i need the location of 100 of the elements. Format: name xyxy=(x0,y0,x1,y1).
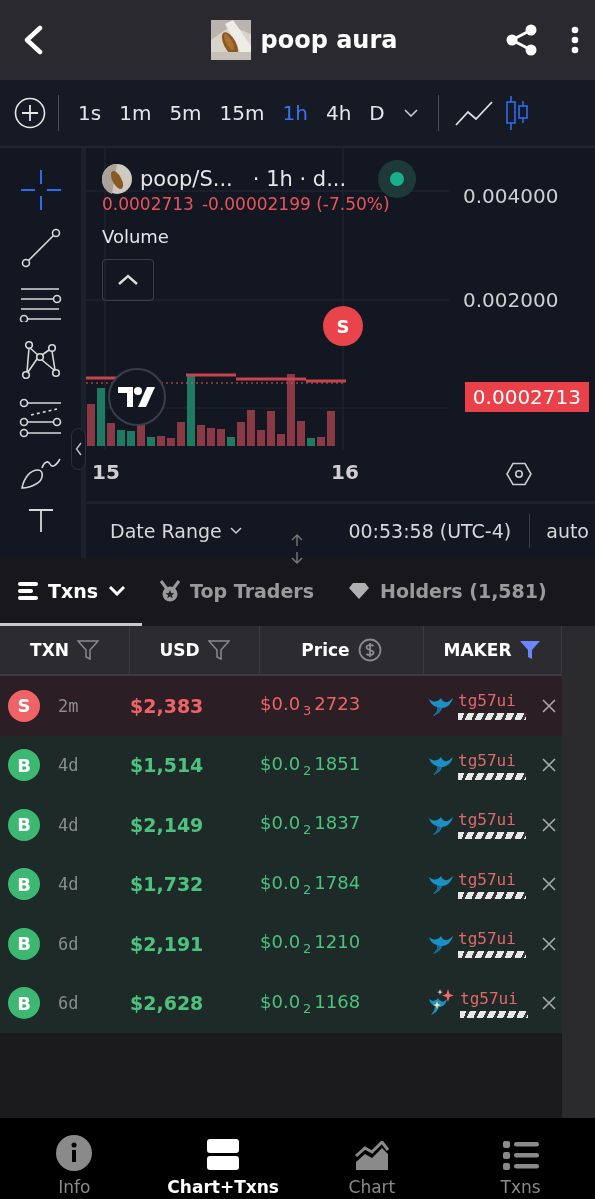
stripe-bar xyxy=(458,832,526,840)
column-header[interactable]: Price xyxy=(260,626,424,674)
side-badge: B xyxy=(8,987,40,1020)
price-cell: $0.0$_{2}$1851 xyxy=(260,752,361,778)
maker-address[interactable]: tg57ui xyxy=(458,929,516,949)
trend-line-icon[interactable] xyxy=(20,228,61,268)
stripe-bar xyxy=(458,772,526,780)
pattern-icon[interactable] xyxy=(20,340,61,380)
close-icon[interactable] xyxy=(542,698,556,713)
stripe-bar xyxy=(460,1010,528,1018)
info-icon xyxy=(56,1135,93,1171)
nav-tab[interactable]: Chart xyxy=(297,1118,447,1199)
age-cell: 4d xyxy=(58,755,79,776)
close-icon[interactable] xyxy=(542,877,556,892)
collapse-button[interactable] xyxy=(102,259,154,301)
interval-info: · 1h · d... xyxy=(252,167,347,191)
close-icon[interactable] xyxy=(542,996,556,1011)
price-cell: $0.0$_{2}$1784 xyxy=(260,871,361,897)
maker-address[interactable]: tg57ui xyxy=(458,810,516,830)
last-price: 0.0002713 xyxy=(102,194,194,214)
usd-cell: $1,732 xyxy=(130,873,204,896)
area-chart-icon xyxy=(354,1141,389,1171)
age-cell: 2m xyxy=(58,695,79,716)
split-view-icon xyxy=(207,1139,240,1171)
stripe-bar xyxy=(458,713,526,721)
price-change: -0.00002199 (-7.50%) xyxy=(201,194,390,214)
usd-cell: $2,628 xyxy=(130,992,204,1015)
interval-tab[interactable]: 1h xyxy=(273,101,317,125)
close-icon[interactable] xyxy=(542,936,556,951)
nav-tab[interactable]: Txns xyxy=(446,1118,595,1199)
add-indicator-icon[interactable] xyxy=(14,97,46,129)
maker-address[interactable]: tg57ui xyxy=(458,691,516,711)
price-cell: $0.0$_{2}$1210 xyxy=(260,931,361,957)
back-icon[interactable] xyxy=(22,25,44,55)
more-intervals-icon[interactable] xyxy=(403,109,418,117)
side-badge: B xyxy=(8,749,40,782)
line-chart-icon[interactable] xyxy=(454,100,493,126)
channel-icon[interactable] xyxy=(18,398,63,438)
text-tool-icon[interactable] xyxy=(26,508,55,532)
usd-cell: $2,149 xyxy=(130,813,204,836)
price-cell: $0.0$_{2}$1837 xyxy=(260,812,361,838)
stripe-bar xyxy=(458,951,526,959)
auto-scale-toggle[interactable]: auto xyxy=(546,520,589,542)
medal-icon xyxy=(160,579,181,602)
filter-icon[interactable] xyxy=(76,640,99,660)
symbol-name: poop/S... xyxy=(140,167,233,191)
brush-icon[interactable] xyxy=(19,456,62,490)
chevron-icon xyxy=(108,585,127,596)
maker-address[interactable]: tg57ui xyxy=(460,988,518,1008)
filter-icon[interactable] xyxy=(519,640,542,660)
time-label: 15 xyxy=(92,460,120,484)
column-header[interactable]: TXN xyxy=(0,626,130,674)
tab[interactable]: Holders (1,581) xyxy=(330,558,563,626)
interval-tab[interactable]: 15m xyxy=(210,101,274,125)
usd-cell: $2,383 xyxy=(130,694,204,717)
sell-marker[interactable]: S xyxy=(323,306,363,346)
horizontal-lines-icon[interactable] xyxy=(18,286,63,322)
date-range-dropdown[interactable]: Date Range xyxy=(110,520,242,542)
side-badge: B xyxy=(8,868,40,901)
age-cell: 6d xyxy=(58,933,79,954)
interval-tab[interactable]: 1s xyxy=(69,101,111,125)
maker-address[interactable]: tg57ui xyxy=(458,869,516,889)
close-icon[interactable] xyxy=(542,817,556,832)
price-cell: $0.0$_{3}$2723 xyxy=(260,693,361,719)
nav-tab[interactable]: Info xyxy=(0,1118,149,1199)
age-cell: 4d xyxy=(58,874,79,895)
caret-icon xyxy=(229,527,242,535)
list-icon xyxy=(502,1141,539,1171)
age-cell: 4d xyxy=(58,814,79,835)
indicator-label: Volume xyxy=(102,226,169,247)
maker-address[interactable]: tg57ui xyxy=(458,750,516,770)
resize-handle-icon[interactable] xyxy=(290,534,304,564)
price-axis-label: 0.004000 xyxy=(463,184,560,208)
side-badge: B xyxy=(8,808,40,841)
candlestick-icon[interactable] xyxy=(504,95,529,131)
scroll-track[interactable] xyxy=(562,626,595,1118)
side-badge: S xyxy=(8,689,40,722)
column-header[interactable]: USD xyxy=(130,626,260,674)
stripe-bar xyxy=(458,891,526,899)
interval-tab[interactable]: 4h xyxy=(316,101,361,125)
nav-tab[interactable]: Chart+Txns xyxy=(148,1118,298,1199)
list-icon xyxy=(18,581,38,600)
interval-tab[interactable]: 5m xyxy=(160,101,211,125)
age-cell: 6d xyxy=(58,993,79,1014)
interval-tab[interactable]: 1m xyxy=(110,101,161,125)
filter-icon[interactable] xyxy=(207,640,230,660)
more-icon[interactable] xyxy=(571,26,579,54)
interval-tab[interactable]: D xyxy=(360,101,394,125)
usd-cell: $1,514 xyxy=(130,754,204,777)
crosshair-icon[interactable] xyxy=(20,170,61,210)
share-icon[interactable] xyxy=(505,23,539,57)
diamond-icon xyxy=(348,581,370,600)
dollar-icon[interactable] xyxy=(357,638,382,662)
tab[interactable]: Top Traders xyxy=(142,558,330,626)
usd-cell: $2,191 xyxy=(130,932,204,955)
settings-icon[interactable] xyxy=(506,462,532,486)
collapse-handle[interactable] xyxy=(71,428,86,470)
close-icon[interactable] xyxy=(542,758,556,773)
logo-icon[interactable] xyxy=(108,368,166,426)
clock-time: 00:53:58 (UTC-4) xyxy=(348,520,512,542)
